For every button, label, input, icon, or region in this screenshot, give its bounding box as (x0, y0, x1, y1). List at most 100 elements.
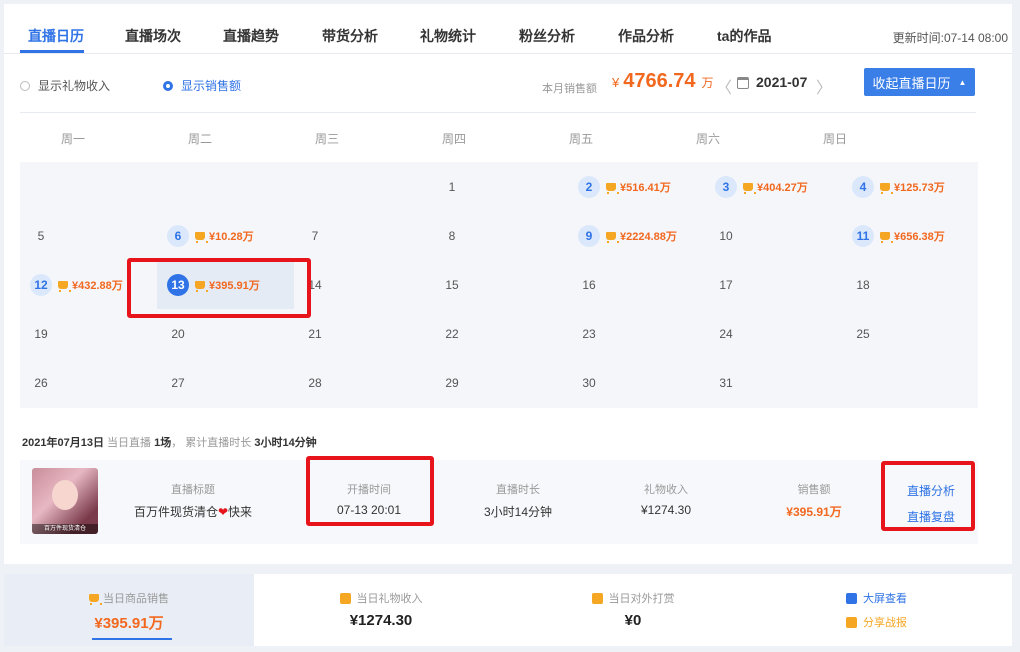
tab-sales-analysis[interactable]: 带货分析 (322, 26, 378, 46)
cart-icon (880, 182, 893, 194)
share-report-link[interactable]: 分享战报 (846, 614, 907, 630)
big-screen-link[interactable]: 大屏查看 (846, 590, 907, 606)
tab-bar: 直播日历 直播场次 直播趋势 带货分析 礼物统计 粉丝分析 作品分析 ta的作品… (4, 4, 1012, 54)
calendar-day-9[interactable]: 9 ¥2224.88万 (568, 211, 705, 260)
calendar-day-31[interactable]: 31 (705, 358, 842, 407)
calendar-day-23[interactable]: 23 (568, 309, 705, 358)
calendar-day-29[interactable]: 29 (431, 358, 568, 407)
day-number: 26 (34, 375, 48, 390)
calendar-day-17[interactable]: 17 (705, 260, 842, 309)
calendar-day-22[interactable]: 22 (431, 309, 568, 358)
calendar-day-16[interactable]: 16 (568, 260, 705, 309)
calendar-day-2[interactable]: 2 ¥516.41万 (568, 162, 705, 211)
day-number: 5 (37, 228, 45, 243)
weekday-fri: 周五 (569, 132, 594, 146)
daily-goods-sales-tab[interactable]: 当日商品销售 ¥395.91万 (4, 574, 254, 646)
calendar-day-18[interactable]: 18 (842, 260, 979, 309)
calendar-day-10[interactable]: 10 (705, 211, 842, 260)
day-number: 12 (30, 273, 52, 296)
day-number: 4 (852, 175, 874, 198)
daily-goods-sales-value: ¥395.91万 (94, 615, 164, 632)
weekday-thu: 周四 (442, 132, 467, 146)
calendar-day-11[interactable]: 11 ¥656.38万 (842, 211, 979, 260)
day-sales-value: ¥10.28万 (209, 230, 254, 243)
day-sales: ¥656.38万 (880, 228, 945, 244)
highlight-box-start-time (306, 456, 434, 526)
tab-works-analysis[interactable]: 作品分析 (618, 26, 674, 46)
calendar-day-8[interactable]: 8 (431, 211, 568, 260)
calendar-icon[interactable] (737, 77, 749, 89)
calendar-day-1[interactable]: 1 (431, 162, 568, 211)
update-time: 更新时间:07-14 08:00 (892, 31, 1008, 45)
calendar-day-27[interactable]: 27 (157, 358, 294, 407)
day-summary: 2021年07月13日 当日直播 1场， 累计直播时长 3小时14分钟 (22, 434, 317, 450)
calendar-day-21[interactable]: 21 (294, 309, 431, 358)
day-number: 2 (578, 175, 600, 198)
tab-live-calendar[interactable]: 直播日历 (28, 26, 84, 46)
summary-sep: ， (171, 437, 183, 449)
show-gift-income-radio[interactable]: 显示礼物收入 (20, 77, 110, 94)
tab-live-sessions[interactable]: 直播场次 (125, 26, 181, 46)
summary-duration-label: 累计直播时长 (185, 437, 252, 449)
sales-header: 销售额 (797, 484, 831, 496)
day-sales: ¥10.28万 (195, 228, 254, 244)
calendar-day-14[interactable]: 14 (294, 260, 431, 309)
day-number: 20 (171, 326, 185, 341)
month-sales-total: ¥4766.74 万 (612, 70, 714, 93)
summary-date: 2021年07月13日 (22, 437, 104, 449)
sales-value: ¥395.91万 (786, 505, 842, 519)
day-sales: ¥432.88万 (58, 277, 123, 293)
live-title-value: 百万件现货清仓❤快来 (133, 503, 253, 520)
day-number: 24 (719, 326, 733, 341)
day-sales-value: ¥656.38万 (894, 230, 945, 243)
month-sales-value: 4766.74 (623, 70, 696, 92)
collapse-calendar-label: 收起直播日历 (872, 75, 951, 91)
calendar-day-25[interactable]: 25 (842, 309, 979, 358)
share-report-label: 分享战报 (863, 617, 907, 629)
live-session-row[interactable]: 百万件现货清仓 直播标题 百万件现货清仓❤快来 开播时间 07-13 20:01… (20, 460, 978, 544)
daily-tip-tab[interactable]: 当日对外打赏 ¥0 (508, 574, 758, 646)
calendar-day-7[interactable]: 7 (294, 211, 431, 260)
calendar-day-26[interactable]: 26 (20, 358, 157, 407)
calendar-day-28[interactable]: 28 (294, 358, 431, 407)
daily-gift-income-tab[interactable]: 当日礼物收入 ¥1274.30 (256, 574, 506, 646)
day-number: 16 (582, 277, 596, 292)
next-month-chevron-icon[interactable]: 〉 (816, 74, 832, 98)
summary-duration: 3小时14分钟 (254, 437, 317, 449)
day-number: 3 (715, 175, 737, 198)
tab-fan-analysis[interactable]: 粉丝分析 (519, 26, 575, 46)
prev-month-chevron-icon[interactable]: 〈 (716, 74, 732, 98)
calendar-day-15[interactable]: 15 (431, 260, 568, 309)
day-sales-value: ¥125.73万 (894, 181, 945, 194)
calendar-day-5[interactable]: 5 (20, 211, 157, 260)
calendar-day-4[interactable]: 4 ¥125.73万 (842, 162, 979, 211)
collapse-calendar-button[interactable]: 收起直播日历 ▲ (864, 68, 975, 96)
live-title-header: 直播标题 (171, 484, 215, 496)
cart-icon (606, 182, 619, 194)
daily-tip-label-row: 当日对外打赏 (508, 590, 758, 606)
show-sales-radio[interactable]: 显示销售额 (163, 77, 241, 94)
cart-icon (880, 231, 893, 243)
live-thumbnail[interactable]: 百万件现货清仓 (32, 468, 98, 534)
tab-their-works[interactable]: ta的作品 (717, 26, 771, 46)
live-calendar-panel: 直播日历 直播场次 直播趋势 带货分析 礼物统计 粉丝分析 作品分析 ta的作品… (4, 4, 1012, 564)
day-number: 23 (582, 326, 596, 341)
day-number: 17 (719, 277, 733, 292)
calendar-day-3[interactable]: 3 ¥404.27万 (705, 162, 842, 211)
calendar-day-24[interactable]: 24 (705, 309, 842, 358)
currency: ¥ (612, 75, 620, 90)
daily-tip-value: ¥0 (624, 612, 642, 629)
daily-gift-income-label-row: 当日礼物收入 (256, 590, 506, 606)
daily-goods-sales-label-row: 当日商品销售 (4, 590, 254, 606)
day-sales: ¥2224.88万 (606, 228, 677, 244)
day-sales-value: ¥432.88万 (72, 279, 123, 292)
calendar-day-6[interactable]: 6 ¥10.28万 (157, 211, 294, 260)
day-number: 27 (171, 375, 185, 390)
month-picker[interactable]: 2021-07 (756, 74, 807, 90)
calendar-day-30[interactable]: 30 (568, 358, 705, 407)
share-icon (846, 616, 857, 628)
tip-icon (591, 592, 603, 604)
tab-live-trend[interactable]: 直播趋势 (223, 26, 279, 46)
tab-gift-stats[interactable]: 礼物统计 (420, 26, 476, 46)
duration-header: 直播时长 (496, 484, 540, 496)
